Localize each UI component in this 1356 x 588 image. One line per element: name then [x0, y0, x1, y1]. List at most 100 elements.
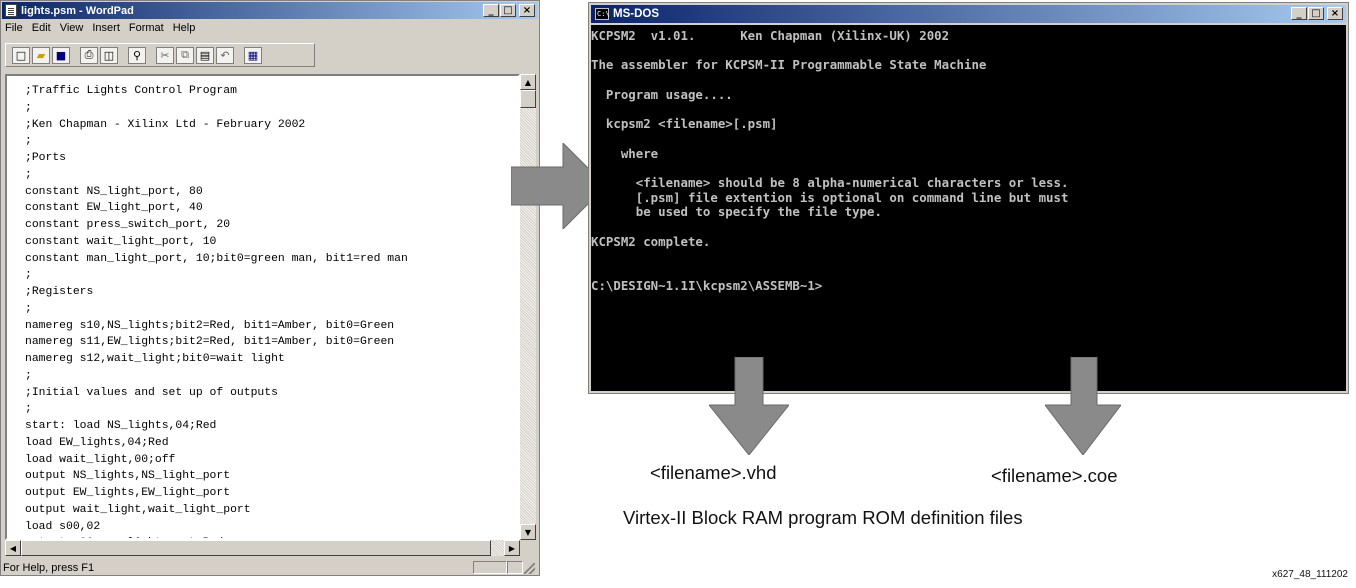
document-line: ; [25, 302, 32, 315]
scroll-up-icon[interactable]: ▲ [520, 74, 536, 90]
document-line: constant EW_light_port, 40 [25, 202, 203, 215]
wordpad-window: lights.psm - WordPad _ □ × File Edit Vie… [0, 0, 540, 576]
menu-bar: File Edit View Insert Format Help [5, 22, 204, 39]
document-line: ; [25, 269, 32, 282]
wordpad-titlebar[interactable]: lights.psm - WordPad _ □ × [2, 2, 538, 19]
scroll-left-icon[interactable]: ◀ [5, 540, 21, 556]
menu-edit[interactable]: Edit [32, 22, 51, 39]
document-line: ;Ken Chapman - Xilinx Ltd - February 200… [25, 118, 306, 131]
arrow-down-icon [709, 357, 789, 455]
document-line: namereg s12,wait_light;bit0=wait light [25, 353, 285, 365]
console-line: KCPSM2 v1.01. Ken Chapman (Xilinx-UK) 20… [591, 28, 950, 43]
document-line: load EW_lights,04;Red [25, 436, 169, 449]
new-icon[interactable]: □ [12, 46, 30, 64]
document-text: ;Traffic Lights Control Program; ;Ken Cha… [25, 83, 408, 538]
wordpad-title: lights.psm - WordPad [21, 4, 134, 17]
description-caption: Virtex-II Block RAM program ROM definiti… [623, 507, 1023, 528]
scroll-down-icon[interactable]: ▼ [520, 524, 536, 540]
console-line: kcpsm2 <filename>[.psm] [591, 116, 778, 132]
document-line: ; [25, 135, 32, 148]
document-line: constant press_switch_port, 20 [25, 219, 231, 231]
maximize-button[interactable]: □ [500, 4, 516, 17]
cut-icon[interactable]: ✂ [156, 46, 174, 64]
document-line: namereg s11,EW_lights;bit2=Red, bit1=Amb… [25, 336, 395, 349]
msdos-window: C:\ MS-DOS _ □ × KCPSM2 v1.01. Ken Chapm… [588, 2, 1349, 394]
console-screen[interactable]: KCPSM2 v1.01. Ken Chapman (Xilinx-UK) 20… [591, 25, 1346, 391]
print-icon[interactable]: ⎙ [80, 46, 98, 64]
console-line: [.psm] file extention is optional on com… [591, 189, 1069, 205]
console-line: KCPSM2 complete. [591, 233, 711, 249]
print-preview-icon[interactable]: ◫ [100, 46, 118, 64]
msdos-title: MS-DOS [613, 8, 659, 20]
console-line: Program usage.... [591, 86, 733, 102]
document-line: constant wait_light_port, 10 [25, 235, 217, 248]
console-line: C:\DESIGN~1.1I\kcpsm2\ASSEMB~1> [591, 277, 823, 293]
document-line: ; [25, 403, 32, 416]
menu-file[interactable]: File [5, 22, 23, 39]
status-panel-small [507, 561, 523, 574]
date-time-icon[interactable]: ▦ [244, 46, 262, 64]
document-line: ;Ports [25, 152, 67, 164]
console-output: KCPSM2 v1.01. Ken Chapman (Xilinx-UK) 20… [591, 28, 1069, 293]
document-line: ; [25, 101, 32, 114]
arrow-down-icon [1045, 357, 1121, 455]
document-line: load s00,02 [25, 520, 101, 533]
status-text: For Help, press F1 [3, 561, 95, 574]
document-line: ; [25, 168, 32, 181]
close-button[interactable]: × [519, 4, 535, 17]
copy-icon[interactable]: ⧉ [176, 46, 194, 64]
undo-icon[interactable]: ↶ [216, 46, 234, 64]
status-bar: For Help, press F1 [3, 560, 537, 575]
console-line: <filename> should be 8 alpha-numerical c… [591, 174, 1069, 190]
document-line: constant NS_light_port, 80 [25, 185, 203, 198]
document-line: ;Registers [25, 286, 94, 298]
find-icon[interactable]: ⚲ [128, 46, 146, 64]
console-line: where [591, 145, 659, 161]
save-icon[interactable]: ■ [52, 46, 70, 64]
figure-id: x627_48_111202 [1272, 569, 1348, 580]
menu-help[interactable]: Help [173, 22, 196, 39]
msdos-close-button[interactable]: × [1327, 7, 1343, 20]
console-line: be used to specify the file type. [591, 204, 882, 220]
document-line: output NS_lights,NS_light_port [25, 470, 231, 483]
document-line: constant man_light_port, 10;bit0=green m… [25, 252, 408, 265]
document-line: start: load NS_lights,04;Red [25, 420, 217, 432]
document-line: load wait_light,00;off [25, 453, 176, 466]
menu-insert[interactable]: Insert [92, 22, 120, 39]
wordpad-document-icon [5, 4, 17, 17]
document-line: output EW_lights,EW_light_port [25, 487, 231, 499]
open-icon[interactable]: ▰ [32, 46, 50, 64]
console-line: The assembler for KCPSM-II Programmable … [591, 57, 987, 73]
horizontal-scroll-thumb[interactable] [21, 540, 491, 556]
toolbar: □ ▰ ■ ⎙ ◫ ⚲ ✂ ⧉ ▤ ↶ ▦ [5, 43, 315, 67]
msdos-maximize-button[interactable]: □ [1308, 7, 1324, 20]
document-line: ;Initial values and set up of outputs [25, 386, 278, 399]
msdos-minimize-button[interactable]: _ [1291, 7, 1307, 20]
status-panel [473, 561, 507, 574]
vhd-file-label: <filename>.vhd [650, 462, 777, 483]
document-area[interactable]: ;Traffic Lights Control Program; ;Ken Cha… [5, 74, 520, 540]
menu-view[interactable]: View [60, 22, 84, 39]
scrollbar-corner [520, 540, 536, 556]
vertical-scroll-thumb[interactable] [520, 90, 536, 108]
scroll-right-icon[interactable]: ▶ [504, 540, 520, 556]
resize-grip-icon[interactable] [524, 563, 535, 574]
document-line: ; [25, 369, 32, 382]
minimize-button[interactable]: _ [483, 4, 499, 17]
document-line: ;Traffic Lights Control Program [25, 85, 237, 97]
horizontal-scrollbar[interactable]: ◀ ▶ [5, 540, 520, 556]
menu-format[interactable]: Format [129, 22, 164, 39]
document-line: output wait_light,wait_light_port [25, 503, 251, 516]
document-line: namereg s10,NS_lights;bit2=Red, bit1=Amb… [25, 319, 395, 332]
coe-file-label: <filename>.coe [991, 465, 1118, 486]
msdos-titlebar[interactable]: C:\ MS-DOS _ □ × [591, 5, 1346, 23]
paste-icon[interactable]: ▤ [196, 46, 214, 64]
